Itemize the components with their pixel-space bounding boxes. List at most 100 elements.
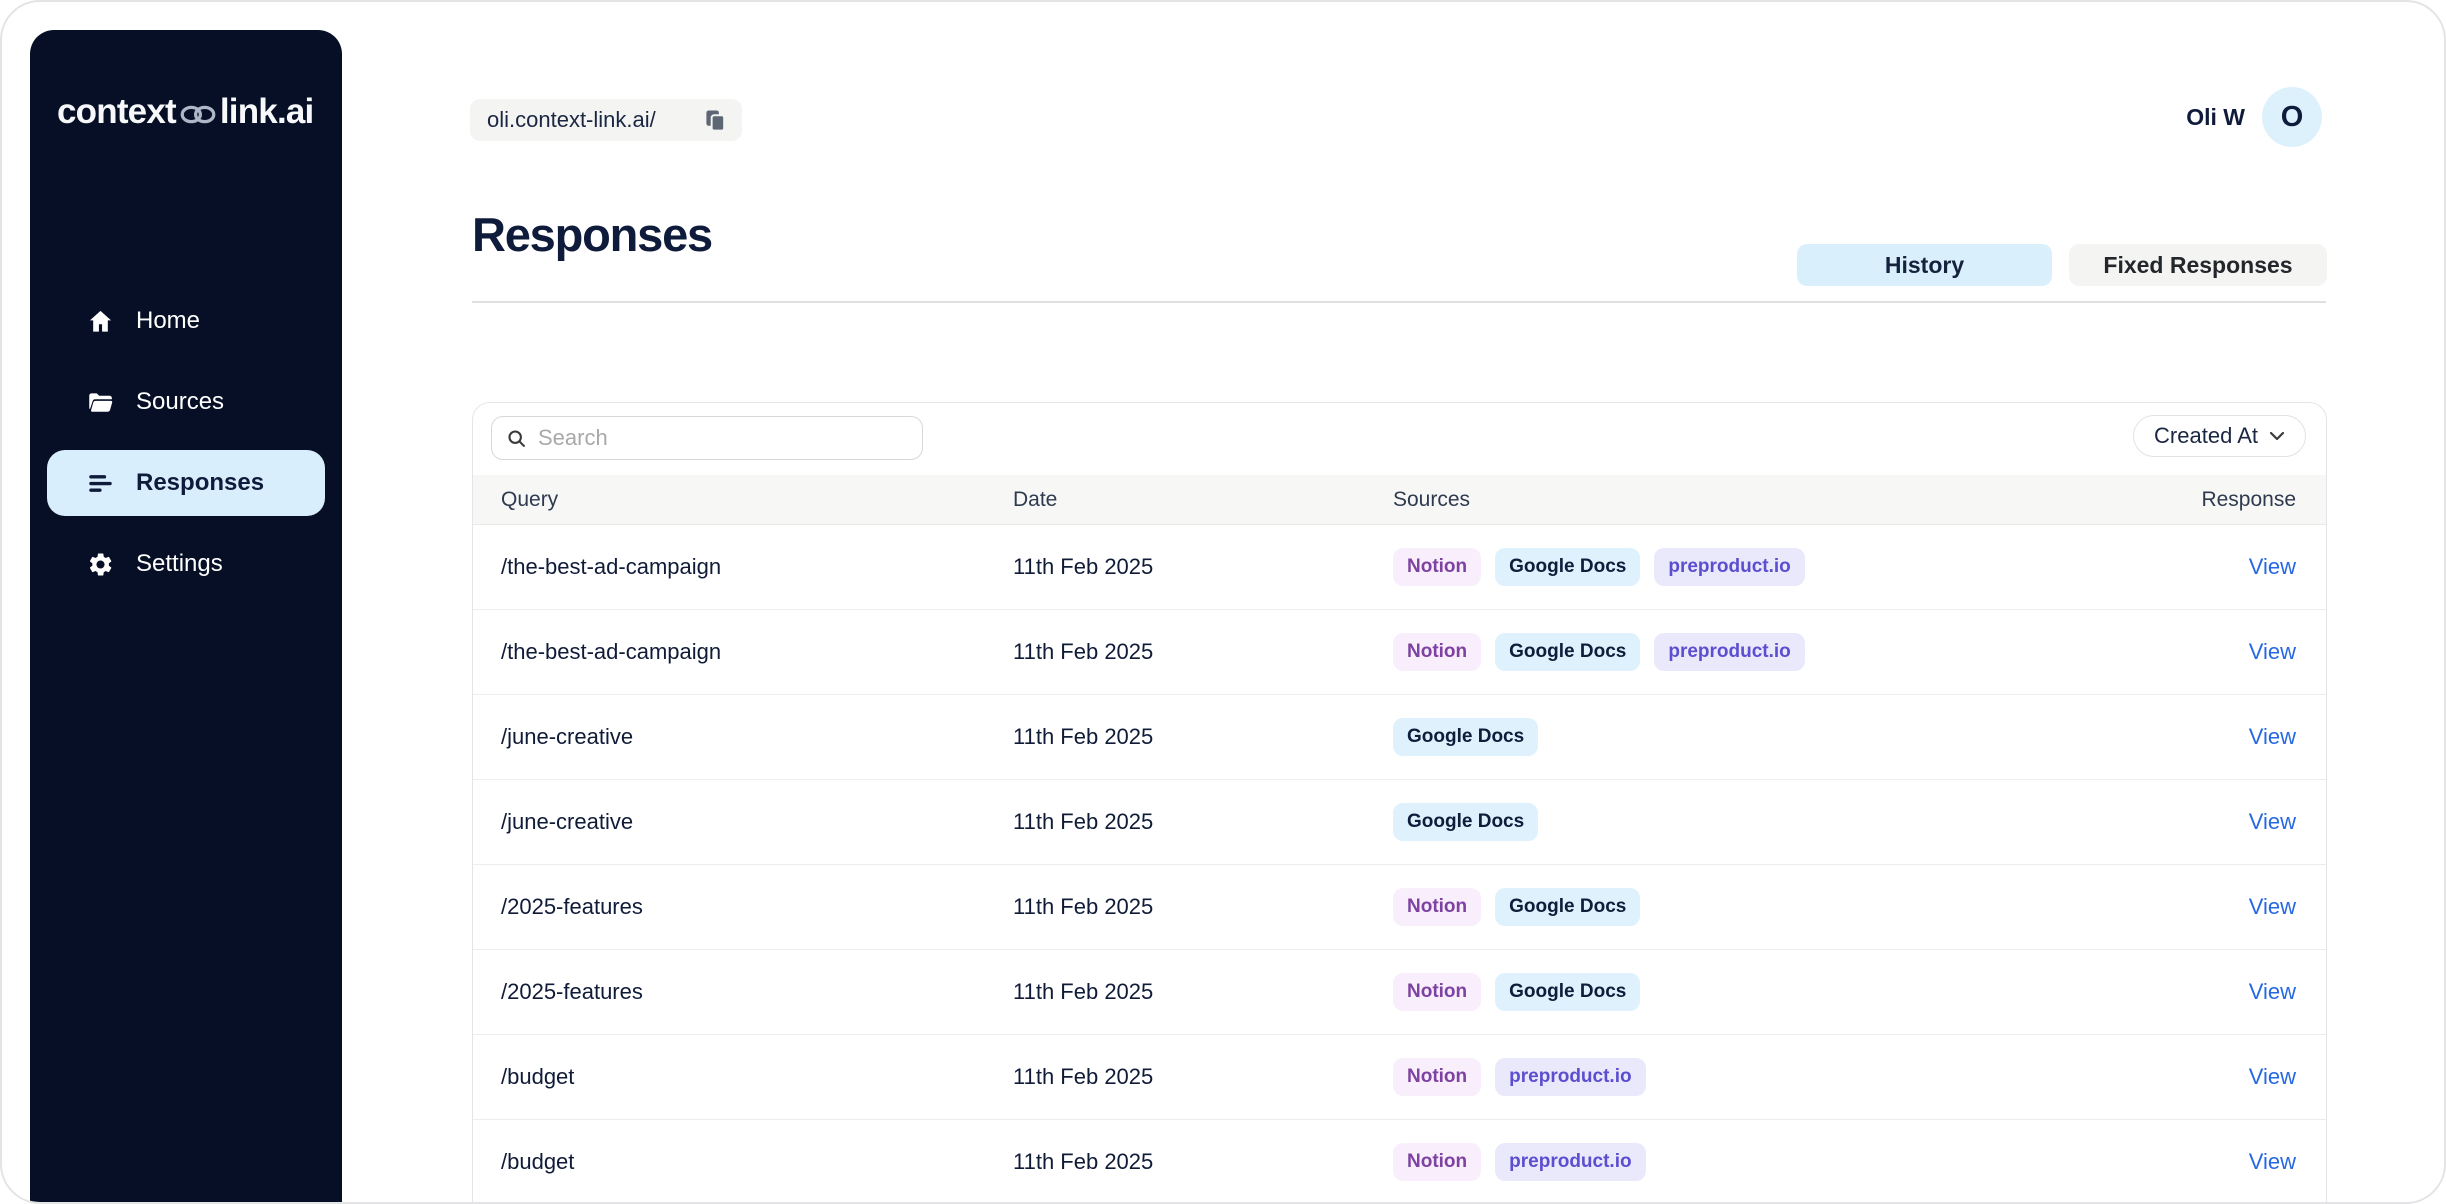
source-badge: Notion: [1393, 973, 1481, 1011]
list-lines-icon: [87, 470, 114, 497]
home-icon: [87, 308, 114, 335]
row-sources: Notion Google Docs preproduct.io: [1393, 633, 2116, 671]
row-query: /june-creative: [501, 809, 1013, 835]
row-response-cell: View: [2116, 639, 2296, 665]
row-sources: Google Docs: [1393, 718, 2116, 756]
table-row: /2025-features 11th Feb 2025 Notion Googl…: [473, 950, 2326, 1035]
row-date: 11th Feb 2025: [1013, 1149, 1393, 1175]
page-title: Responses: [472, 207, 712, 262]
column-header-response: Response: [2116, 488, 2296, 512]
sidebar-item-settings[interactable]: Settings: [47, 531, 325, 597]
column-header-sources: Sources: [1393, 488, 2116, 512]
row-date: 11th Feb 2025: [1013, 894, 1393, 920]
source-badge: Google Docs: [1495, 973, 1640, 1011]
row-query: /june-creative: [501, 724, 1013, 750]
source-badge: Notion: [1393, 633, 1481, 671]
source-badge: Notion: [1393, 548, 1481, 586]
sort-dropdown-label: Created At: [2154, 423, 2258, 449]
row-date: 11th Feb 2025: [1013, 809, 1393, 835]
view-link[interactable]: View: [2249, 724, 2296, 749]
table-row: /budget 11th Feb 2025 Notion preproduct.i…: [473, 1035, 2326, 1120]
view-link[interactable]: View: [2249, 554, 2296, 579]
column-header-query: Query: [501, 488, 1013, 512]
source-badge: Google Docs: [1495, 633, 1640, 671]
view-link[interactable]: View: [2249, 979, 2296, 1004]
sidebar-item-label: Settings: [136, 550, 223, 578]
row-sources: Notion preproduct.io: [1393, 1058, 2116, 1096]
row-response-cell: View: [2116, 1064, 2296, 1090]
brand-logo-left: context: [57, 92, 176, 132]
row-date: 11th Feb 2025: [1013, 1064, 1393, 1090]
folder-open-icon: [87, 389, 114, 416]
avatar-initial: O: [2281, 101, 2304, 134]
source-badge: preproduct.io: [1495, 1058, 1645, 1096]
source-badge: Google Docs: [1393, 803, 1538, 841]
tab-history[interactable]: History: [1797, 244, 2052, 286]
app-window: context link.ai Home: [0, 0, 2446, 1204]
row-query: /2025-features: [501, 894, 1013, 920]
source-badge: Google Docs: [1393, 718, 1538, 756]
source-badge: Google Docs: [1495, 548, 1640, 586]
sidebar-item-label: Sources: [136, 388, 224, 416]
responses-card: Created At Query Date Sources Response /…: [472, 402, 2327, 1204]
source-badge: preproduct.io: [1654, 633, 1804, 671]
table-row: /the-best-ad-campaign 11th Feb 2025 Noti…: [473, 610, 2326, 695]
sidebar-item-label: Responses: [136, 469, 264, 497]
row-response-cell: View: [2116, 724, 2296, 750]
row-date: 11th Feb 2025: [1013, 639, 1393, 665]
user-name: Oli W: [2186, 104, 2245, 131]
sidebar: context link.ai Home: [30, 30, 342, 1204]
source-badge: Notion: [1393, 888, 1481, 926]
gear-icon: [87, 551, 114, 578]
public-url-text: oli.context-link.ai/: [487, 107, 656, 133]
avatar[interactable]: O: [2262, 87, 2322, 147]
row-response-cell: View: [2116, 979, 2296, 1005]
source-badge: Notion: [1393, 1143, 1481, 1181]
table-toolbar: Created At: [473, 403, 2326, 475]
column-header-date: Date: [1013, 488, 1393, 512]
source-badge: Google Docs: [1495, 888, 1640, 926]
tab-fixed-responses[interactable]: Fixed Responses: [2069, 244, 2327, 286]
row-query: /the-best-ad-campaign: [501, 639, 1013, 665]
view-link[interactable]: View: [2249, 809, 2296, 834]
table-header-row: Query Date Sources Response: [473, 475, 2326, 525]
source-badge: Notion: [1393, 1058, 1481, 1096]
table-row: /budget 11th Feb 2025 Notionpreproduct.i…: [473, 1120, 2326, 1204]
row-sources: Notion Google Docs: [1393, 973, 2116, 1011]
table-row: /june-creative 11th Feb 2025 Google Docs…: [473, 695, 2326, 780]
brand-logo[interactable]: context link.ai: [57, 92, 313, 132]
row-response-cell: View: [2116, 1149, 2296, 1175]
search-input[interactable]: [538, 425, 922, 451]
view-link[interactable]: View: [2249, 1064, 2296, 1089]
row-query: /2025-features: [501, 979, 1013, 1005]
row-sources: Notion Google Docs: [1393, 888, 2116, 926]
view-link[interactable]: View: [2249, 1149, 2296, 1174]
source-badge: preproduct.io: [1654, 548, 1804, 586]
sort-dropdown[interactable]: Created At: [2133, 415, 2306, 457]
row-query: /budget: [501, 1064, 1013, 1090]
sidebar-item-home[interactable]: Home: [47, 288, 325, 354]
row-sources: Notion preproduct.io: [1393, 1143, 2116, 1181]
view-link[interactable]: View: [2249, 639, 2296, 664]
row-response-cell: View: [2116, 554, 2296, 580]
user-menu: Oli W O: [2186, 87, 2322, 147]
view-link[interactable]: View: [2249, 894, 2296, 919]
source-badge: preproduct.io: [1495, 1143, 1645, 1181]
row-response-cell: View: [2116, 809, 2296, 835]
sidebar-item-responses[interactable]: Responses: [47, 450, 325, 516]
row-response-cell: View: [2116, 894, 2296, 920]
search-icon: [506, 428, 527, 449]
sidebar-item-label: Home: [136, 307, 200, 335]
copy-icon[interactable]: [704, 109, 727, 132]
sidebar-nav: Home Sources: [30, 288, 342, 597]
chain-link-icon: [177, 103, 219, 126]
row-sources: Notion Google Docs preproduct.io: [1393, 548, 2116, 586]
row-date: 11th Feb 2025: [1013, 554, 1393, 580]
chevron-down-icon: [2269, 431, 2285, 441]
search-box: [491, 416, 923, 460]
brand-logo-right: link.ai: [220, 92, 314, 132]
sidebar-item-sources[interactable]: Sources: [47, 369, 325, 435]
row-sources: Google Docs: [1393, 803, 2116, 841]
header-divider: [472, 301, 2326, 303]
row-date: 11th Feb 2025: [1013, 979, 1393, 1005]
